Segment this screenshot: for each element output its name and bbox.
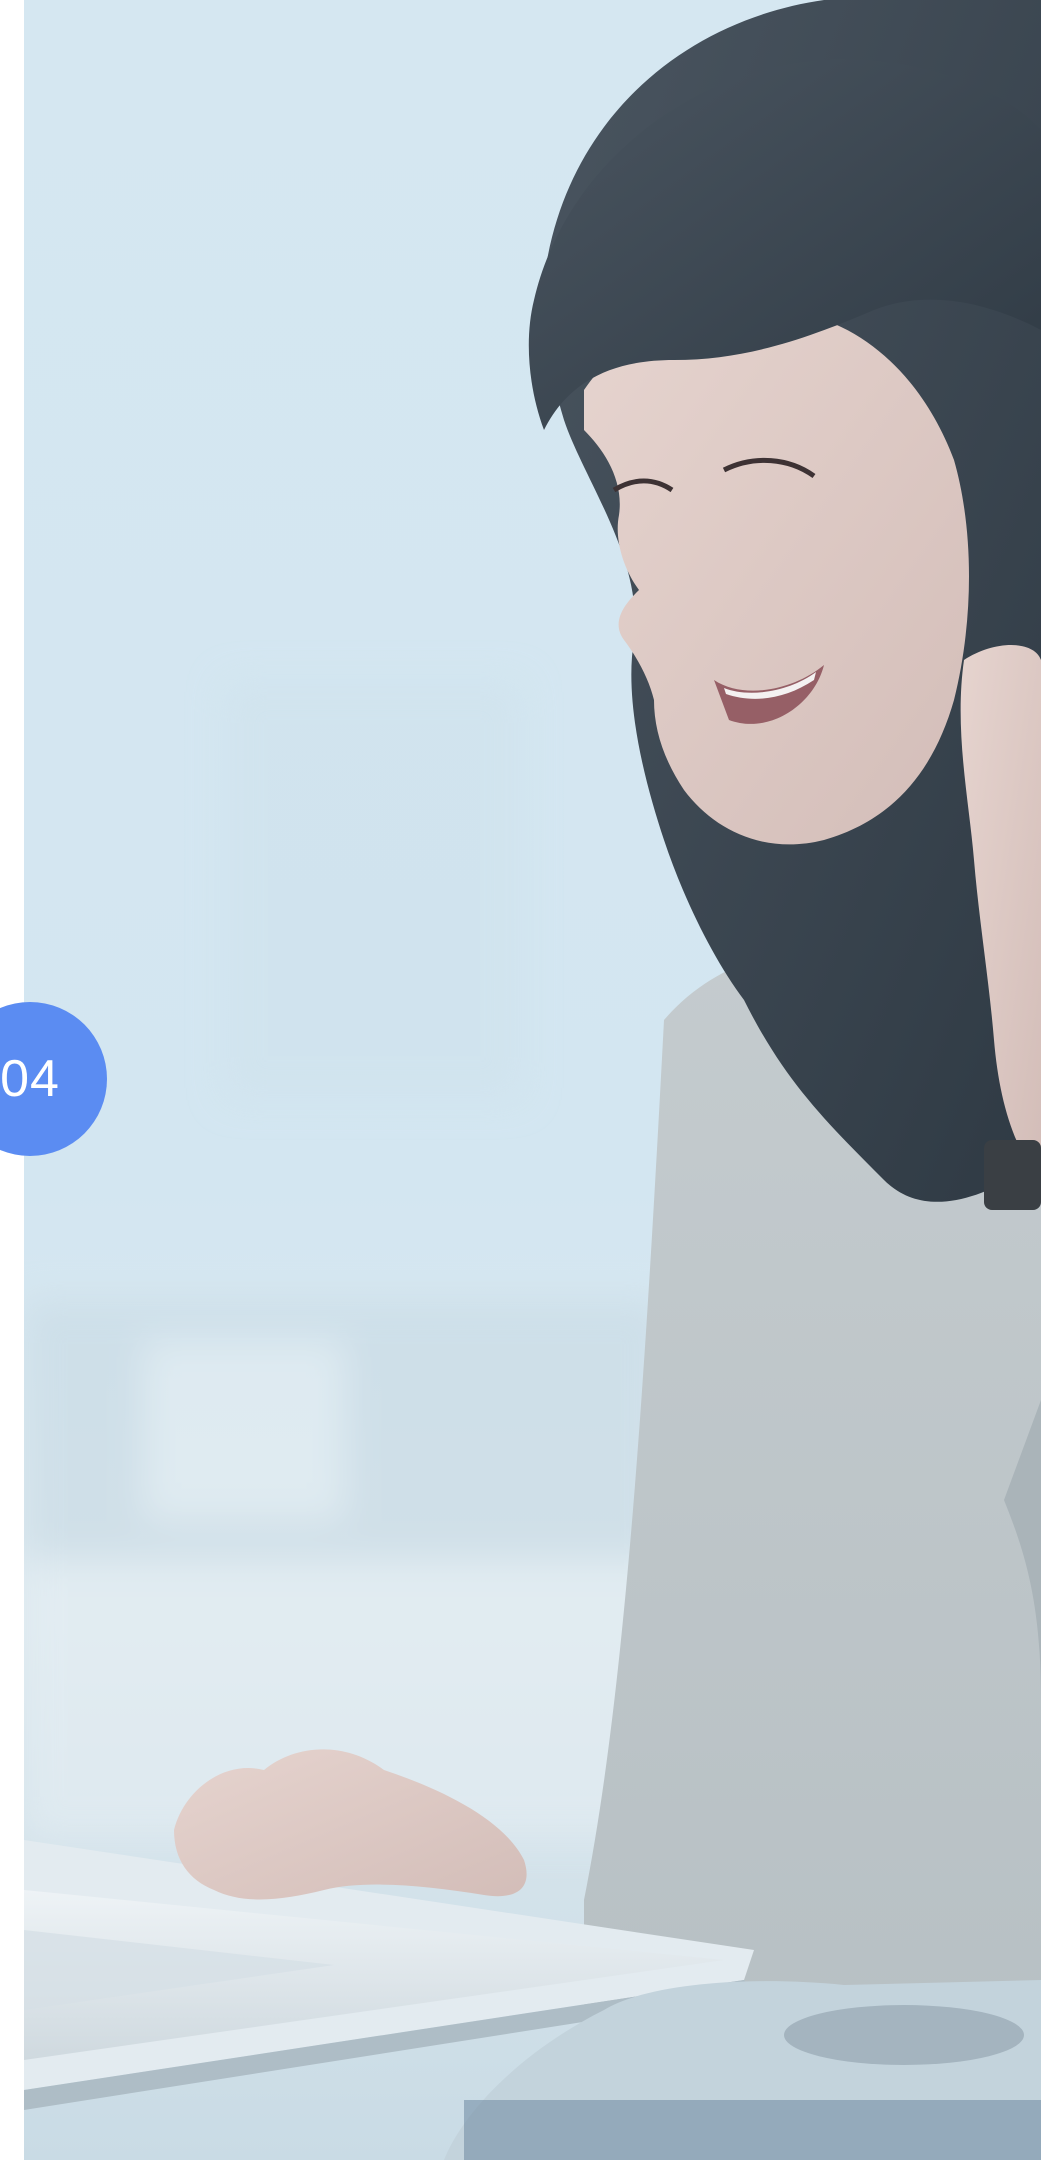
step-number-label: 04 bbox=[0, 1050, 60, 1108]
hero-photo bbox=[24, 0, 1041, 2160]
slide-page: 04 bbox=[0, 0, 1041, 2160]
woman-at-laptop-photo bbox=[24, 0, 1041, 2160]
